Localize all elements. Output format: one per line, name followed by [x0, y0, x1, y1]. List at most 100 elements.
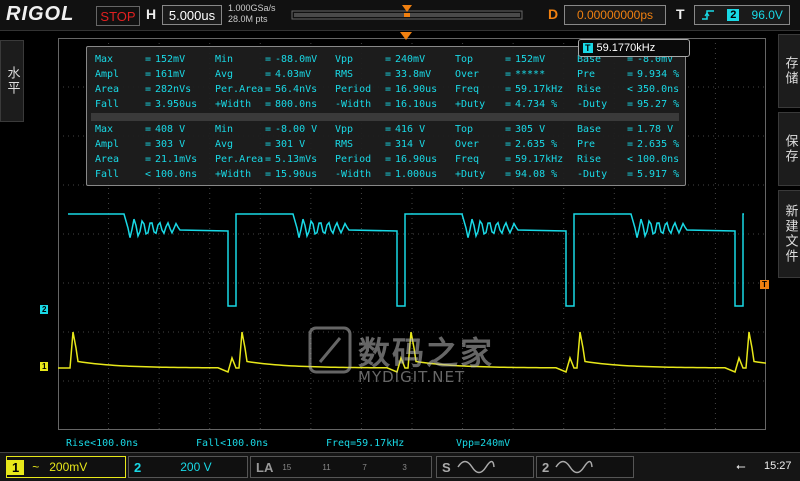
trigger-position-marker[interactable] [400, 32, 412, 42]
measurement-name: RMS [335, 139, 354, 150]
channel-2-setting[interactable]: 2 200 V [128, 456, 248, 478]
measurement-name: -Duty [577, 169, 608, 180]
measurement-op: = [505, 84, 512, 95]
frequency-counter: T 59.1770kHz [578, 39, 690, 57]
channel-2-ground-marker[interactable]: 2 [40, 305, 49, 314]
measurement-name: Min [215, 54, 234, 65]
measurement-row: Fall = 3.950us +Width = 800.0ns -Width = 16.10us… [95, 98, 685, 111]
measurement-val: 4.734 % [515, 99, 558, 110]
menu-tab-storage[interactable]: 存储 [778, 34, 800, 108]
measurement-name: Fall [95, 169, 120, 180]
measurement-val: 9.934 % [637, 69, 680, 80]
measurement-op: = [627, 69, 634, 80]
measurement-op: = [505, 69, 512, 80]
measurement-val: 305 V [515, 124, 546, 135]
measurement-op: = [385, 139, 392, 150]
measurement-op: = [265, 69, 272, 80]
channel-1-ground-marker[interactable]: 1 [40, 362, 49, 371]
measurement-op: = [145, 69, 152, 80]
measurement-op: = [265, 139, 272, 150]
channel-2-number: 2 [134, 459, 142, 475]
horizontal-label: H [146, 6, 157, 22]
measurement-name: Ampl [95, 139, 120, 150]
measurement-name: Freq [455, 154, 480, 165]
measurement-name: Max [95, 124, 114, 135]
measurement-name: Per.Area [215, 154, 264, 165]
source-s-setting[interactable]: S [436, 456, 534, 478]
counter-value: 59.1770kHz [596, 42, 656, 54]
menu-tab-new-file[interactable]: 新建文件 [778, 190, 800, 278]
measurement-val: 152mV [515, 54, 546, 65]
measurement-divider [91, 113, 679, 121]
memory-position-bar[interactable] [290, 3, 524, 25]
measurement-name: Per.Area [215, 84, 264, 95]
measurement-val: 416 V [395, 124, 426, 135]
measurement-op: = [385, 84, 392, 95]
measurement-val: 800.0ns [275, 99, 318, 110]
measurement-op: = [627, 139, 634, 150]
measurement-val: 314 V [395, 139, 426, 150]
measurement-op: = [385, 54, 392, 65]
la-tick: 7 [362, 463, 367, 472]
measurement-name: +Width [215, 99, 252, 110]
measurement-val: 1.000us [395, 169, 438, 180]
measurement-op: < [145, 169, 152, 180]
measurement-op: = [145, 124, 152, 135]
measurement-name: Area [95, 84, 120, 95]
trigger-level-marker[interactable]: T [760, 280, 769, 289]
measurement-val: 240mV [395, 54, 426, 65]
measurement-row: Max = 408 V Min = -8.00 V Vpp = 416 V Top = 305 V Ba… [95, 123, 685, 136]
measurement-op: = [627, 124, 634, 135]
measurement-name: +Duty [455, 99, 486, 110]
source-s-label: S [442, 459, 451, 475]
measurement-name: Over [455, 139, 480, 150]
measurement-name: Over [455, 69, 480, 80]
measurement-val: 1.78 V [637, 124, 674, 135]
measurement-val: 16.10us [395, 99, 438, 110]
measurement-op: = [505, 139, 512, 150]
measurement-op: = [265, 124, 272, 135]
trigger-delay-value[interactable]: 0.00000000ps [564, 5, 666, 25]
measurement-op: = [265, 84, 272, 95]
run-stop-indicator[interactable]: STOP [96, 6, 140, 26]
measurement-val: 21.1mVs [155, 154, 198, 165]
measurement-name: Period [335, 84, 372, 95]
measurement-name: Pre [577, 139, 596, 150]
channel-1-setting[interactable]: 1 ~ 200mV [6, 456, 126, 478]
trigger-settings[interactable]: 2 96.0V [694, 5, 790, 25]
trigger-level: 96.0V [751, 8, 783, 22]
la-tick: 15 [282, 463, 292, 472]
measurement-val: 282nVs [155, 84, 192, 95]
measurement-val: 100.0ns [637, 154, 680, 165]
source-2-setting[interactable]: 2 [536, 456, 634, 478]
measurement-val: 5.13mVs [275, 154, 318, 165]
measurement-val: 59.17kHz [515, 84, 564, 95]
measurement-op: = [145, 154, 152, 165]
timebase-value[interactable]: 5.000us [162, 5, 222, 25]
measurement-op: = [265, 99, 272, 110]
trigger-source-badge: 2 [727, 9, 740, 21]
horizontal-menu-tab[interactable]: 水平 [0, 40, 24, 122]
measurement-op: = [265, 154, 272, 165]
readout-vpp: Vpp=240mV [456, 438, 511, 449]
measurement-val: 5.917 % [637, 169, 680, 180]
measurement-val: 16.90us [395, 84, 438, 95]
measurement-val: 94.08 % [515, 169, 558, 180]
measurement-name: Vpp [335, 124, 354, 135]
measurement-name: RMS [335, 69, 354, 80]
measurement-val: 4.03mV [275, 69, 312, 80]
measurement-val: 350.0ns [637, 84, 680, 95]
measurement-val: 301 V [275, 139, 306, 150]
counter-source-badge: T [583, 43, 593, 53]
logic-analyzer-setting[interactable]: LA 15 11 7 3 [250, 456, 432, 478]
measurement-name: Rise [577, 84, 602, 95]
menu-tab-save[interactable]: 保存 [778, 112, 800, 186]
measurement-name: Ampl [95, 69, 120, 80]
measurement-val: 56.4nVs [275, 84, 318, 95]
measurement-op: < [627, 84, 634, 95]
measurement-name: Max [95, 54, 114, 65]
measurement-val: 3.950us [155, 99, 198, 110]
trigger-label: T [676, 6, 685, 22]
measurement-val: 152mV [155, 54, 186, 65]
measurement-op: = [385, 69, 392, 80]
